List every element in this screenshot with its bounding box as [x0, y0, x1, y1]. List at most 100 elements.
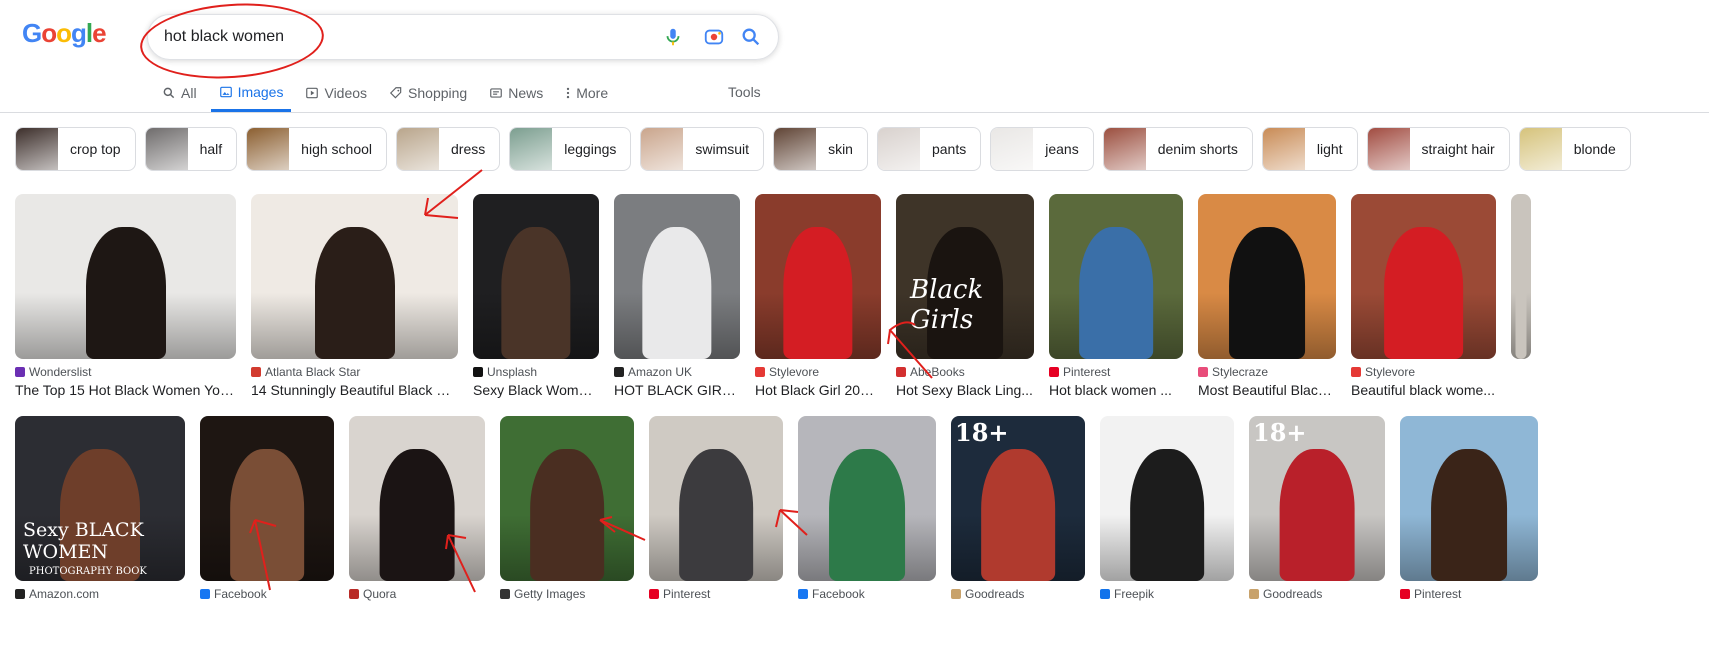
chip-thumbnail: [1103, 128, 1146, 170]
tab-all[interactable]: All: [162, 82, 197, 112]
image-result-card[interactable]: Freepik: [1100, 416, 1234, 601]
image-result-card[interactable]: Facebook: [798, 416, 936, 601]
result-source[interactable]: Stylevore: [755, 365, 881, 379]
chip-high-school[interactable]: high school: [246, 127, 387, 171]
result-source[interactable]: Pinterest: [1049, 365, 1183, 379]
chip-blonde[interactable]: blonde: [1518, 127, 1631, 171]
image-result-card[interactable]: Sexy BLACK WOMEN PHOTOGRAPHY BOOK Amazon.c…: [15, 416, 185, 601]
image-result-card[interactable]: Pinterest: [649, 416, 783, 601]
result-source[interactable]: AbeBooks: [896, 365, 1034, 379]
image-result-card[interactable]: 18+ Goodreads: [1249, 416, 1385, 601]
source-name: Pinterest: [1063, 365, 1111, 379]
result-image[interactable]: [251, 194, 458, 359]
result-source[interactable]: Freepik: [1100, 587, 1234, 601]
tab-images[interactable]: Images: [210, 82, 292, 112]
result-image[interactable]: [1400, 416, 1538, 581]
result-image[interactable]: [1511, 194, 1531, 359]
result-image[interactable]: [798, 416, 936, 581]
lens-camera-icon[interactable]: [703, 26, 725, 48]
image-result-card[interactable]: [1511, 194, 1531, 398]
image-result-card[interactable]: Pinterest: [1400, 416, 1538, 601]
result-source[interactable]: Pinterest: [1400, 587, 1538, 601]
result-source[interactable]: Facebook: [200, 587, 334, 601]
result-source[interactable]: Atlanta Black Star: [251, 365, 458, 379]
chip-pants[interactable]: pants: [876, 127, 982, 171]
result-source[interactable]: Getty Images: [500, 587, 634, 601]
source-name: Unsplash: [487, 365, 538, 379]
result-image[interactable]: [1351, 194, 1496, 359]
result-title[interactable]: Sexy Black Woman ...: [473, 382, 599, 398]
result-image[interactable]: 18+: [1249, 416, 1385, 581]
result-source[interactable]: Goodreads: [1249, 587, 1385, 601]
image-result-card[interactable]: Black Girls AbeBooks Hot Sexy Black Ling..…: [896, 194, 1034, 398]
result-title[interactable]: Hot Sexy Black Ling...: [896, 382, 1034, 398]
image-result-card[interactable]: Amazon UK HOT BLACK GIRLS...: [614, 194, 740, 398]
microphone-icon[interactable]: [662, 26, 684, 48]
result-image[interactable]: [500, 416, 634, 581]
tools-button[interactable]: Tools: [728, 84, 761, 100]
result-image[interactable]: [755, 194, 881, 359]
search-input[interactable]: hot black women: [164, 28, 284, 46]
result-image[interactable]: [649, 416, 783, 581]
result-title[interactable]: Hot Black Girl 2019 ...: [755, 382, 881, 398]
image-result-card[interactable]: Stylevore Beautiful black wome...: [1351, 194, 1496, 398]
chip-straight-hair[interactable]: straight hair: [1366, 127, 1510, 171]
chip-swimsuit[interactable]: swimsuit: [640, 127, 765, 171]
result-image[interactable]: [1049, 194, 1183, 359]
tab-shopping[interactable]: Shopping: [389, 82, 467, 112]
image-result-card[interactable]: Stylecraze Most Beautiful Black...: [1198, 194, 1336, 398]
chip-half[interactable]: half: [144, 127, 238, 171]
result-image[interactable]: Black Girls: [896, 194, 1034, 359]
tab-news[interactable]: News: [489, 82, 543, 112]
result-source[interactable]: Quora: [349, 587, 485, 601]
image-result-card[interactable]: Facebook: [200, 416, 334, 601]
result-title[interactable]: Hot black women ...: [1049, 382, 1183, 398]
image-result-card[interactable]: Stylevore Hot Black Girl 2019 ...: [755, 194, 881, 398]
result-image[interactable]: 18+: [951, 416, 1085, 581]
image-result-card[interactable]: Unsplash Sexy Black Woman ...: [473, 194, 599, 398]
result-image[interactable]: [1100, 416, 1234, 581]
image-result-card[interactable]: Quora: [349, 416, 485, 601]
result-source[interactable]: Wonderslist: [15, 365, 236, 379]
chip-dress[interactable]: dress: [396, 127, 501, 171]
result-source[interactable]: Stylecraze: [1198, 365, 1336, 379]
chip-skin[interactable]: skin: [773, 127, 868, 171]
google-logo[interactable]: Google: [22, 18, 107, 49]
chip-light[interactable]: light: [1261, 127, 1358, 171]
result-source[interactable]: Facebook: [798, 587, 936, 601]
chip-jeans[interactable]: jeans: [990, 127, 1094, 171]
image-result-card[interactable]: Getty Images: [500, 416, 634, 601]
search-icon[interactable]: [740, 26, 762, 48]
result-image[interactable]: [349, 416, 485, 581]
result-source[interactable]: Stylevore: [1351, 365, 1496, 379]
result-title[interactable]: Most Beautiful Black...: [1198, 382, 1336, 398]
result-image[interactable]: Sexy BLACK WOMEN PHOTOGRAPHY BOOK: [15, 416, 185, 581]
image-result-card[interactable]: Atlanta Black Star 14 Stunningly Beautifu…: [251, 194, 458, 398]
chip-leggings[interactable]: leggings: [509, 127, 632, 171]
result-source[interactable]: Unsplash: [473, 365, 599, 379]
result-source[interactable]: Pinterest: [649, 587, 783, 601]
source-favicon-icon: [1100, 589, 1110, 599]
result-source[interactable]: Goodreads: [951, 587, 1085, 601]
result-image[interactable]: [614, 194, 740, 359]
tab-more[interactable]: More: [565, 82, 608, 112]
result-image[interactable]: [200, 416, 334, 581]
result-image[interactable]: [1198, 194, 1336, 359]
image-result-card[interactable]: Pinterest Hot black women ...: [1049, 194, 1183, 398]
chip-thumbnail: [991, 128, 1034, 170]
chip-crop-top[interactable]: crop top: [15, 127, 136, 171]
tab-videos[interactable]: Videos: [305, 82, 367, 112]
result-image[interactable]: [15, 194, 236, 359]
result-title[interactable]: 14 Stunningly Beautiful Black W...: [251, 382, 458, 398]
result-title[interactable]: HOT BLACK GIRLS...: [614, 382, 740, 398]
result-title[interactable]: The Top 15 Hot Black Women You'...: [15, 382, 236, 398]
result-image[interactable]: [473, 194, 599, 359]
image-result-card[interactable]: Wonderslist The Top 15 Hot Black Women Yo…: [15, 194, 236, 398]
search-box[interactable]: hot black women: [147, 14, 779, 60]
result-source[interactable]: Amazon UK: [614, 365, 740, 379]
image-result-card[interactable]: 18+ Goodreads: [951, 416, 1085, 601]
result-title[interactable]: Beautiful black wome...: [1351, 382, 1496, 398]
results-row-1: Wonderslist The Top 15 Hot Black Women Yo…: [15, 194, 1531, 398]
result-source[interactable]: Amazon.com: [15, 587, 185, 601]
chip-denim-shorts[interactable]: denim shorts: [1102, 127, 1253, 171]
